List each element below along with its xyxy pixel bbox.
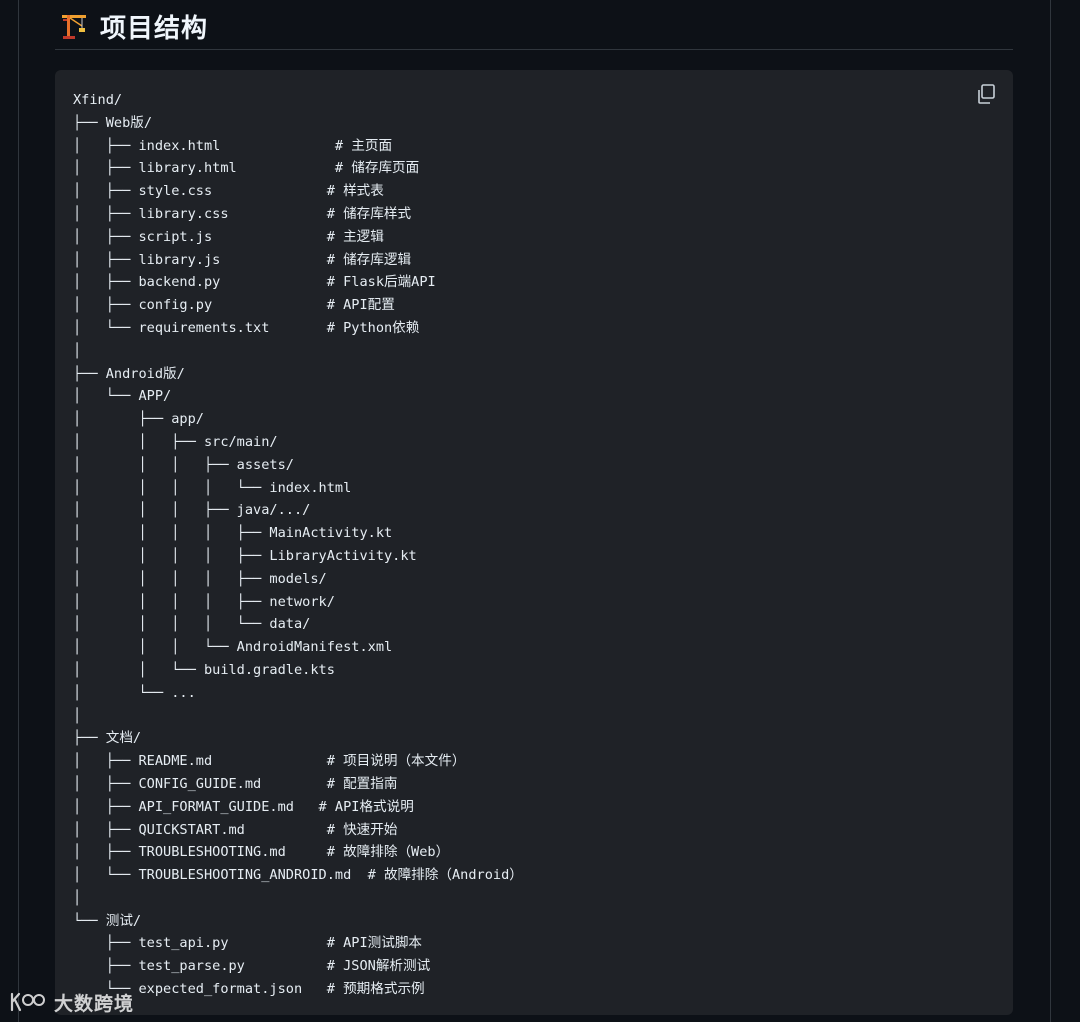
tree-line: │ ├── library.html # 储存库页面 [73,160,420,177]
tree-line: │ │ ├── src/main/ [73,433,278,450]
tree-line: │ │ │ │ └── data/ [73,616,311,633]
tree-line: │ │ │ │ ├── LibraryActivity.kt [73,547,417,564]
tree-line: │ ├── index.html # 主页面 [73,137,393,154]
tree-line: │ ├── style.css # 样式表 [73,183,384,200]
tree-line: │ ├── app/ [73,411,204,428]
tree-line: │ └── ... [73,684,196,701]
tree-line: └── 测试/ [73,912,142,929]
tree-line: │ [73,707,82,724]
section-title: 项目结构 [100,13,209,44]
directory-tree: Xfind/ ├── Web版/ │ ├── index.html # 主页面 │ ├… [73,89,523,1001]
tree-line: ├── Android版/ [73,365,185,382]
tree-line: │ ├── API_FORMAT_GUIDE.md # API格式说明 [73,798,414,815]
tree-line: │ ├── script.js # 主逻辑 [73,228,384,245]
tree-line: ├── 文档/ [73,730,142,747]
tree-line: │ [73,342,82,359]
tree-line: │ ├── README.md # 项目说明（本文件） [73,753,466,770]
tree-line: │ │ │ ├── java/.../ [73,502,311,519]
kuajing-logo [10,992,45,1012]
tree-line: │ ├── TROUBLESHOOTING.md # 故障排除（Web） [73,844,450,861]
tree-line: ├── Web版/ [73,114,153,131]
tree-line: │ └── TROUBLESHOOTING_ANDROID.md # 故障排除（… [73,867,523,884]
heading-divider [55,49,1013,50]
tree-line: Xfind/ [73,92,123,108]
watermark-text: 大数跨境 [54,992,135,1015]
tree-line: │ [73,889,82,906]
tree-line: ├── test_parse.py # JSON解析测试 [73,958,431,975]
code-block: Xfind/ ├── Web版/ │ ├── index.html # 主页面 │ ├… [55,70,1013,1015]
tree-line: │ │ │ │ ├── network/ [73,593,335,610]
tree-line: │ │ │ │ └── index.html [73,479,352,496]
watermark: 大数跨境 [8,988,134,1016]
construction-crane-icon [62,15,86,39]
section-heading: 项目结构 [60,6,208,46]
tree-line: │ │ │ ├── assets/ [73,456,294,473]
tree-line: │ └── APP/ [73,388,172,405]
tree-line: │ ├── backend.py # Flask后端API [73,274,436,291]
tree-line: │ └── requirements.txt # Python依赖 [73,319,420,336]
tree-line: │ │ └── build.gradle.kts [73,661,335,678]
tree-line: │ ├── library.css # 储存库样式 [73,205,412,222]
tree-line: │ ├── config.py # API配置 [73,297,395,314]
tree-line: │ ├── CONFIG_GUIDE.md # 配置指南 [73,775,398,792]
tree-line: │ │ │ │ ├── MainActivity.kt [73,525,393,542]
copy-icon[interactable] [975,83,997,105]
tree-line: │ │ │ └── AndroidManifest.xml [73,639,393,656]
tree-line: └── expected_format.json # 预期格式示例 [73,981,425,998]
tree-line: ├── test_api.py # API测试脚本 [73,935,423,952]
tree-line: │ ├── library.js # 储存库逻辑 [73,251,412,268]
tree-line: │ │ │ │ ├── models/ [73,570,327,587]
tree-line: │ ├── QUICKSTART.md # 快速开始 [73,821,398,838]
